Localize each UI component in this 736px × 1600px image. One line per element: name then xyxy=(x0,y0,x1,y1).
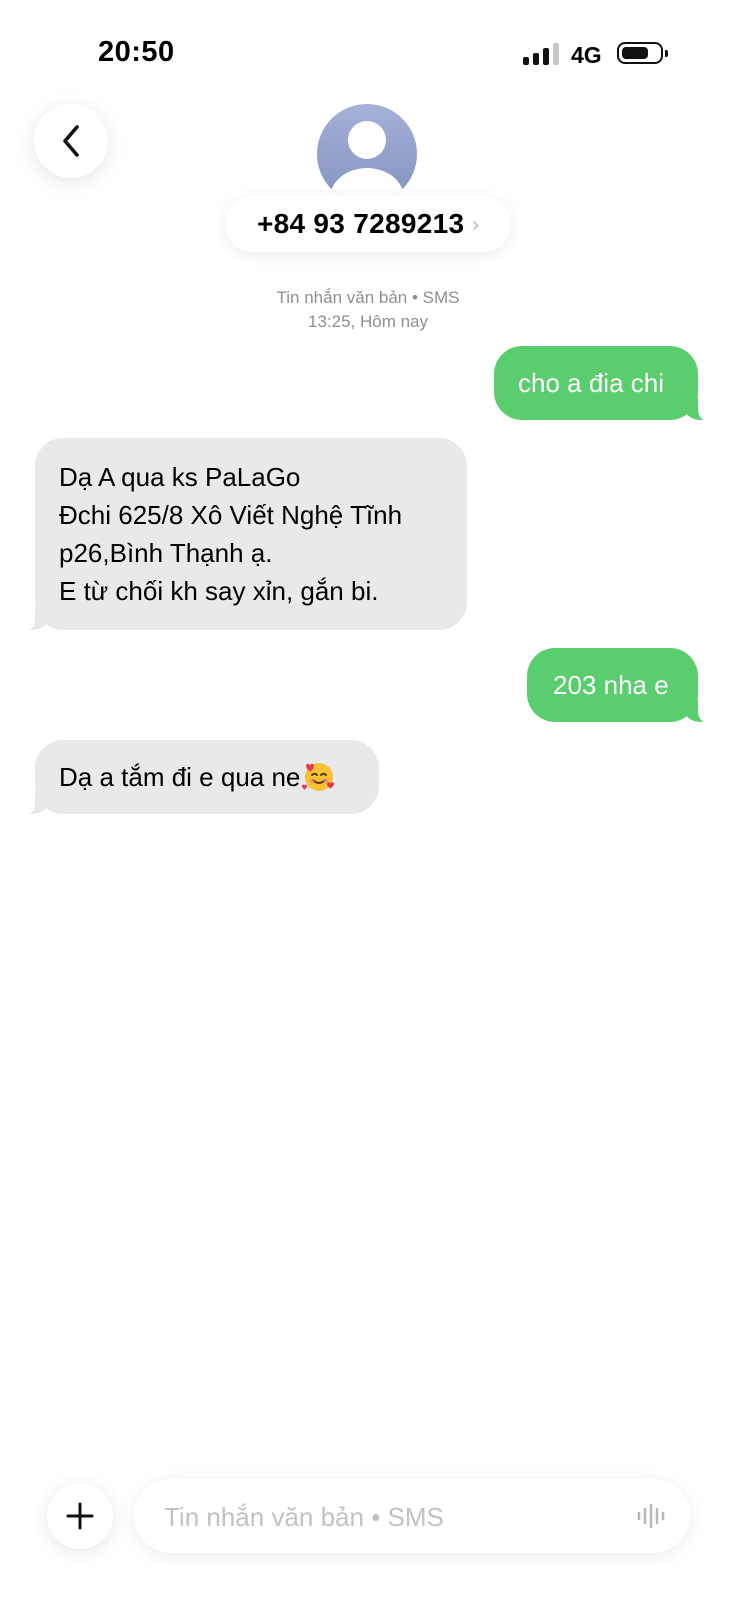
message-input[interactable] xyxy=(162,1479,606,1555)
message-text-line: p26,Bình Thạnh ạ. xyxy=(59,538,273,568)
smiling-face-with-hearts-icon xyxy=(302,763,335,791)
add-attachment-button[interactable] xyxy=(47,1483,113,1549)
thread-timestamp: Tin nhắn văn bản • SMS 13:25, Hôm nay xyxy=(0,286,736,334)
back-button[interactable] xyxy=(34,104,108,178)
message-time-label: 13:25, Hôm nay xyxy=(307,312,428,331)
contact-info-button[interactable]: +84 93 7289213 › xyxy=(225,196,511,252)
status-time: 20:50 xyxy=(98,36,175,68)
cellular-signal-icon xyxy=(523,43,561,65)
incoming-message-bubble[interactable]: Dạ A qua ks PaLaGo Đchi 625/8 Xô Viết Ng… xyxy=(21,438,467,632)
waveform-icon[interactable] xyxy=(636,1503,668,1529)
message-text: cho a đia chi xyxy=(518,368,664,398)
battery-icon xyxy=(617,42,668,64)
outgoing-message-bubble[interactable]: 203 nha e xyxy=(527,648,712,724)
network-type: 4G xyxy=(571,42,602,68)
message-text-line: E từ chối kh say xỉn, gắn bi. xyxy=(59,576,379,606)
contact-avatar[interactable] xyxy=(317,104,417,204)
chevron-right-icon: › xyxy=(472,213,480,236)
message-type-label: Tin nhắn văn bản • SMS xyxy=(276,288,460,307)
plus-icon xyxy=(66,1502,94,1530)
person-silhouette-icon xyxy=(348,121,386,159)
chevron-left-icon xyxy=(63,125,79,157)
message-text-line: Đchi 625/8 Xô Viết Nghệ Tĩnh xyxy=(59,500,403,530)
message-text: Dạ a tắm đi e qua ne xyxy=(59,762,301,792)
contact-number: +84 93 7289213 xyxy=(256,208,465,239)
message-text: 203 nha e xyxy=(553,670,669,700)
outgoing-message-bubble[interactable]: cho a đia chi xyxy=(494,346,712,422)
incoming-message-bubble[interactable]: Dạ a tắm đi e qua ne xyxy=(21,740,379,816)
message-text-line: Dạ A qua ks PaLaGo xyxy=(59,462,301,492)
message-composer[interactable] xyxy=(134,1479,690,1555)
